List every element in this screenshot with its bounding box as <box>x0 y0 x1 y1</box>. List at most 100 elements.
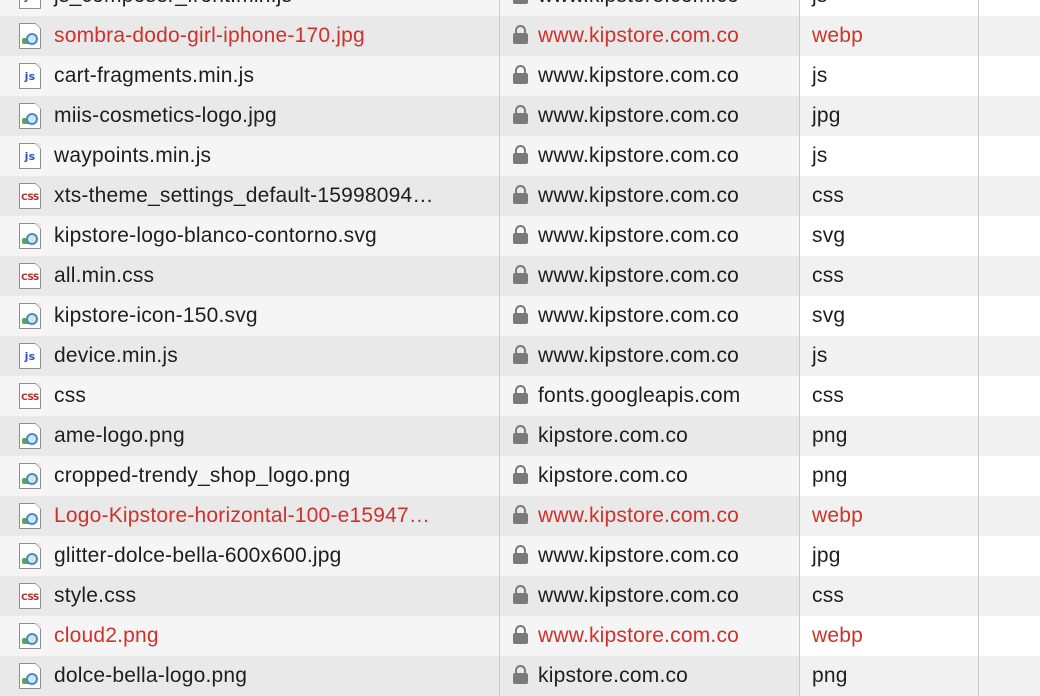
type-text: png <box>812 424 848 447</box>
domain-text: www.kipstore.com.co <box>538 624 740 647</box>
lock-icon <box>513 625 528 644</box>
domain-cell: fonts.googleapis.com <box>499 376 800 416</box>
name-cell: js cart-fragments.min.js <box>0 56 499 96</box>
image-file-icon <box>19 543 41 569</box>
domain-text: www.kipstore.com.co <box>538 224 740 247</box>
domain-cell: www.kipstore.com.co <box>499 496 800 536</box>
request-row[interactable]: cloud2.png www.kipstore.com.co webp <box>0 616 1040 656</box>
empty-cell <box>978 656 1040 696</box>
request-row[interactable]: CSS all.min.css www.kipstore.com.co css <box>0 256 1040 296</box>
domain-cell: www.kipstore.com.co <box>499 616 800 656</box>
empty-cell <box>978 336 1040 376</box>
lock-icon <box>513 305 528 324</box>
name-cell: js device.min.js <box>0 336 499 376</box>
css-file-icon: CSS <box>19 263 41 289</box>
request-row[interactable]: cropped-trendy_shop_logo.png kipstore.com… <box>0 456 1040 496</box>
domain-text: www.kipstore.com.co <box>538 24 740 47</box>
type-cell: webp <box>799 496 979 536</box>
type-text: css <box>812 184 845 207</box>
lock-icon <box>513 65 528 84</box>
file-name: style.css <box>54 584 137 607</box>
type-cell: svg <box>799 296 979 336</box>
type-cell: js <box>799 336 979 376</box>
domain-text: www.kipstore.com.co <box>538 544 740 567</box>
name-cell: CSS css <box>0 376 499 416</box>
name-cell: CSS all.min.css <box>0 256 499 296</box>
lock-icon <box>513 385 528 404</box>
file-name: ame-logo.png <box>54 424 185 447</box>
file-name: glitter-dolce-bella-600x600.jpg <box>54 544 342 567</box>
request-row[interactable]: kipstore-logo-blanco-contorno.svg www.kip… <box>0 216 1040 256</box>
name-cell: kipstore-logo-blanco-contorno.svg <box>0 216 499 256</box>
file-name: sombra-dodo-girl-iphone-170.jpg <box>54 24 365 47</box>
type-cell: js <box>799 136 979 176</box>
domain-text: www.kipstore.com.co <box>538 584 740 607</box>
js-file-icon: js <box>19 0 41 9</box>
type-cell: css <box>799 256 979 296</box>
request-row[interactable]: js device.min.js www.kipstore.com.co js <box>0 336 1040 376</box>
type-text: css <box>812 384 845 407</box>
domain-cell: www.kipstore.com.co <box>499 176 800 216</box>
image-file-icon <box>19 103 41 129</box>
domain-text: www.kipstore.com.co <box>538 0 739 8</box>
type-cell: css <box>799 576 979 616</box>
empty-cell <box>978 296 1040 336</box>
empty-cell <box>978 96 1040 136</box>
name-cell: CSS style.css <box>0 576 499 616</box>
request-row[interactable]: js cart-fragments.min.js www.kipstore.com.… <box>0 56 1040 96</box>
file-name: cart-fragments.min.js <box>54 64 255 87</box>
name-cell: CSS xts-theme_settings_default-15998094… <box>0 176 499 216</box>
request-row[interactable]: CSS style.css www.kipstore.com.co css <box>0 576 1040 616</box>
domain-text: www.kipstore.com.co <box>538 144 740 167</box>
file-name: device.min.js <box>54 344 178 367</box>
empty-cell <box>978 56 1040 96</box>
name-cell: dolce-bella-logo.png <box>0 656 499 696</box>
lock-icon <box>513 25 528 44</box>
lock-icon <box>513 665 528 684</box>
domain-cell: www.kipstore.com.co <box>499 216 800 256</box>
type-text: webp <box>812 624 864 647</box>
lock-icon <box>513 345 528 364</box>
file-name: cloud2.png <box>54 624 159 647</box>
type-text: css <box>812 264 845 287</box>
name-cell: js js_composer_front.min.js <box>0 0 499 16</box>
css-file-icon: CSS <box>19 183 41 209</box>
lock-icon <box>513 105 528 124</box>
request-row[interactable]: CSS css fonts.googleapis.com css <box>0 376 1040 416</box>
empty-cell <box>978 536 1040 576</box>
name-cell: sombra-dodo-girl-iphone-170.jpg <box>0 16 499 56</box>
request-row[interactable]: ame-logo.png kipstore.com.co png <box>0 416 1040 456</box>
request-row[interactable]: glitter-dolce-bella-600x600.jpg www.kipst… <box>0 536 1040 576</box>
domain-cell: www.kipstore.com.co <box>499 136 800 176</box>
request-row[interactable]: kipstore-icon-150.svg www.kipstore.com.co… <box>0 296 1040 336</box>
js-file-icon: js <box>19 63 41 89</box>
domain-text: www.kipstore.com.co <box>538 64 740 87</box>
css-file-icon: CSS <box>19 383 41 409</box>
empty-cell <box>978 216 1040 256</box>
request-row[interactable]: Logo-Kipstore-horizontal-100-e15947… www.… <box>0 496 1040 536</box>
js-file-icon: js <box>19 143 41 169</box>
domain-text: www.kipstore.com.co <box>538 344 740 367</box>
request-row[interactable]: js js_composer_front.min.js www.kipstore.c… <box>0 0 1040 16</box>
request-row[interactable]: CSS xts-theme_settings_default-15998094… w… <box>0 176 1040 216</box>
file-name: dolce-bella-logo.png <box>54 664 248 687</box>
request-row[interactable]: js waypoints.min.js www.kipstore.com.co js <box>0 136 1040 176</box>
name-cell: js waypoints.min.js <box>0 136 499 176</box>
lock-icon <box>513 505 528 524</box>
empty-cell <box>978 456 1040 496</box>
request-row[interactable]: sombra-dodo-girl-iphone-170.jpg www.kipst… <box>0 16 1040 56</box>
request-row[interactable]: dolce-bella-logo.png kipstore.com.co png <box>0 656 1040 696</box>
request-row[interactable]: miis-cosmetics-logo.jpg www.kipstore.com.… <box>0 96 1040 136</box>
domain-text: kipstore.com.co <box>538 664 689 687</box>
empty-cell <box>978 496 1040 536</box>
image-file-icon <box>19 223 41 249</box>
js-file-icon: js <box>19 343 41 369</box>
domain-text: fonts.googleapis.com <box>538 384 741 407</box>
css-file-icon: CSS <box>19 583 41 609</box>
type-cell: css <box>799 376 979 416</box>
domain-text: kipstore.com.co <box>538 424 689 447</box>
empty-cell <box>978 576 1040 616</box>
lock-icon <box>513 225 528 244</box>
domain-text: www.kipstore.com.co <box>538 104 740 127</box>
type-cell: png <box>799 656 979 696</box>
